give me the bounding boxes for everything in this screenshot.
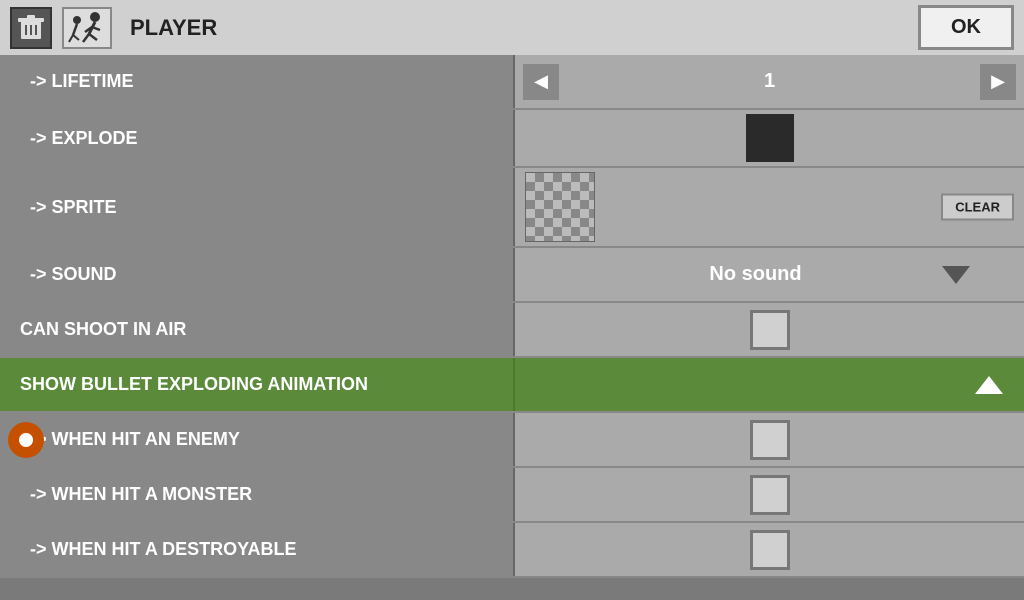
ok-button[interactable]: OK	[918, 5, 1014, 50]
header: PLAYER OK	[0, 0, 1024, 55]
page-title: PLAYER	[130, 15, 908, 41]
sound-value: No sound	[515, 248, 1024, 301]
sprite-value: CLEAR	[515, 168, 1024, 246]
when-hit-enemy-label: -> WHEN HIT AN ENEMY	[0, 413, 515, 466]
clear-sprite-button[interactable]: CLEAR	[941, 194, 1014, 221]
row-explode: -> EXPLODE	[0, 110, 1024, 168]
row-can-shoot: CAN SHOOT IN AIR	[0, 303, 1024, 358]
row-when-hit-monster: -> WHEN HIT A MONSTER	[0, 468, 1024, 523]
trash-icon[interactable]	[10, 7, 52, 49]
explode-label: -> EXPLODE	[0, 110, 515, 166]
show-bullet-value	[515, 358, 1024, 411]
rows-container: -> LIFETIME ◀ 1 ▶ -> EXPLODE -> SPRITE C…	[0, 55, 1024, 578]
when-hit-enemy-checkbox[interactable]	[750, 420, 790, 460]
when-hit-destroyable-value	[515, 523, 1024, 576]
lifetime-decrease-button[interactable]: ◀	[523, 64, 559, 100]
can-shoot-label: CAN SHOOT IN AIR	[0, 303, 515, 356]
explode-value[interactable]	[515, 110, 1024, 166]
when-hit-enemy-value	[515, 413, 1024, 466]
lifetime-display: 1	[764, 70, 775, 93]
show-bullet-collapse-button[interactable]	[969, 365, 1009, 405]
row-sprite: -> SPRITE CLEAR	[0, 168, 1024, 248]
can-shoot-checkbox[interactable]	[750, 310, 790, 350]
row-show-bullet: SHOW BULLET EXPLODING ANIMATION	[0, 358, 1024, 413]
row-when-hit-enemy: -> WHEN HIT AN ENEMY	[0, 413, 1024, 468]
player-icon[interactable]	[62, 7, 112, 49]
sprite-label: -> SPRITE	[0, 168, 515, 246]
when-hit-monster-value	[515, 468, 1024, 521]
show-bullet-label: SHOW BULLET EXPLODING ANIMATION	[0, 358, 515, 411]
sound-label: -> SOUND	[0, 248, 515, 301]
can-shoot-value	[515, 303, 1024, 356]
floating-indicator-icon	[8, 422, 44, 458]
when-hit-destroyable-label: -> WHEN HIT A DESTROYABLE	[0, 523, 515, 576]
sound-dropdown[interactable]: No sound	[557, 255, 983, 295]
lifetime-label: -> LIFETIME	[0, 55, 515, 108]
explode-color-swatch[interactable]	[746, 114, 794, 162]
when-hit-monster-label: -> WHEN HIT A MONSTER	[0, 468, 515, 521]
lifetime-increase-button[interactable]: ▶	[980, 64, 1016, 100]
row-when-hit-destroyable: -> WHEN HIT A DESTROYABLE	[0, 523, 1024, 578]
when-hit-monster-checkbox[interactable]	[750, 475, 790, 515]
row-lifetime: -> LIFETIME ◀ 1 ▶	[0, 55, 1024, 110]
sound-display: No sound	[569, 263, 943, 286]
row-sound: -> SOUND No sound	[0, 248, 1024, 303]
sound-dropdown-arrow-icon[interactable]	[942, 266, 970, 284]
lifetime-value: ◀ 1 ▶	[515, 55, 1024, 108]
sprite-thumbnail[interactable]	[525, 172, 595, 242]
when-hit-destroyable-checkbox[interactable]	[750, 530, 790, 570]
